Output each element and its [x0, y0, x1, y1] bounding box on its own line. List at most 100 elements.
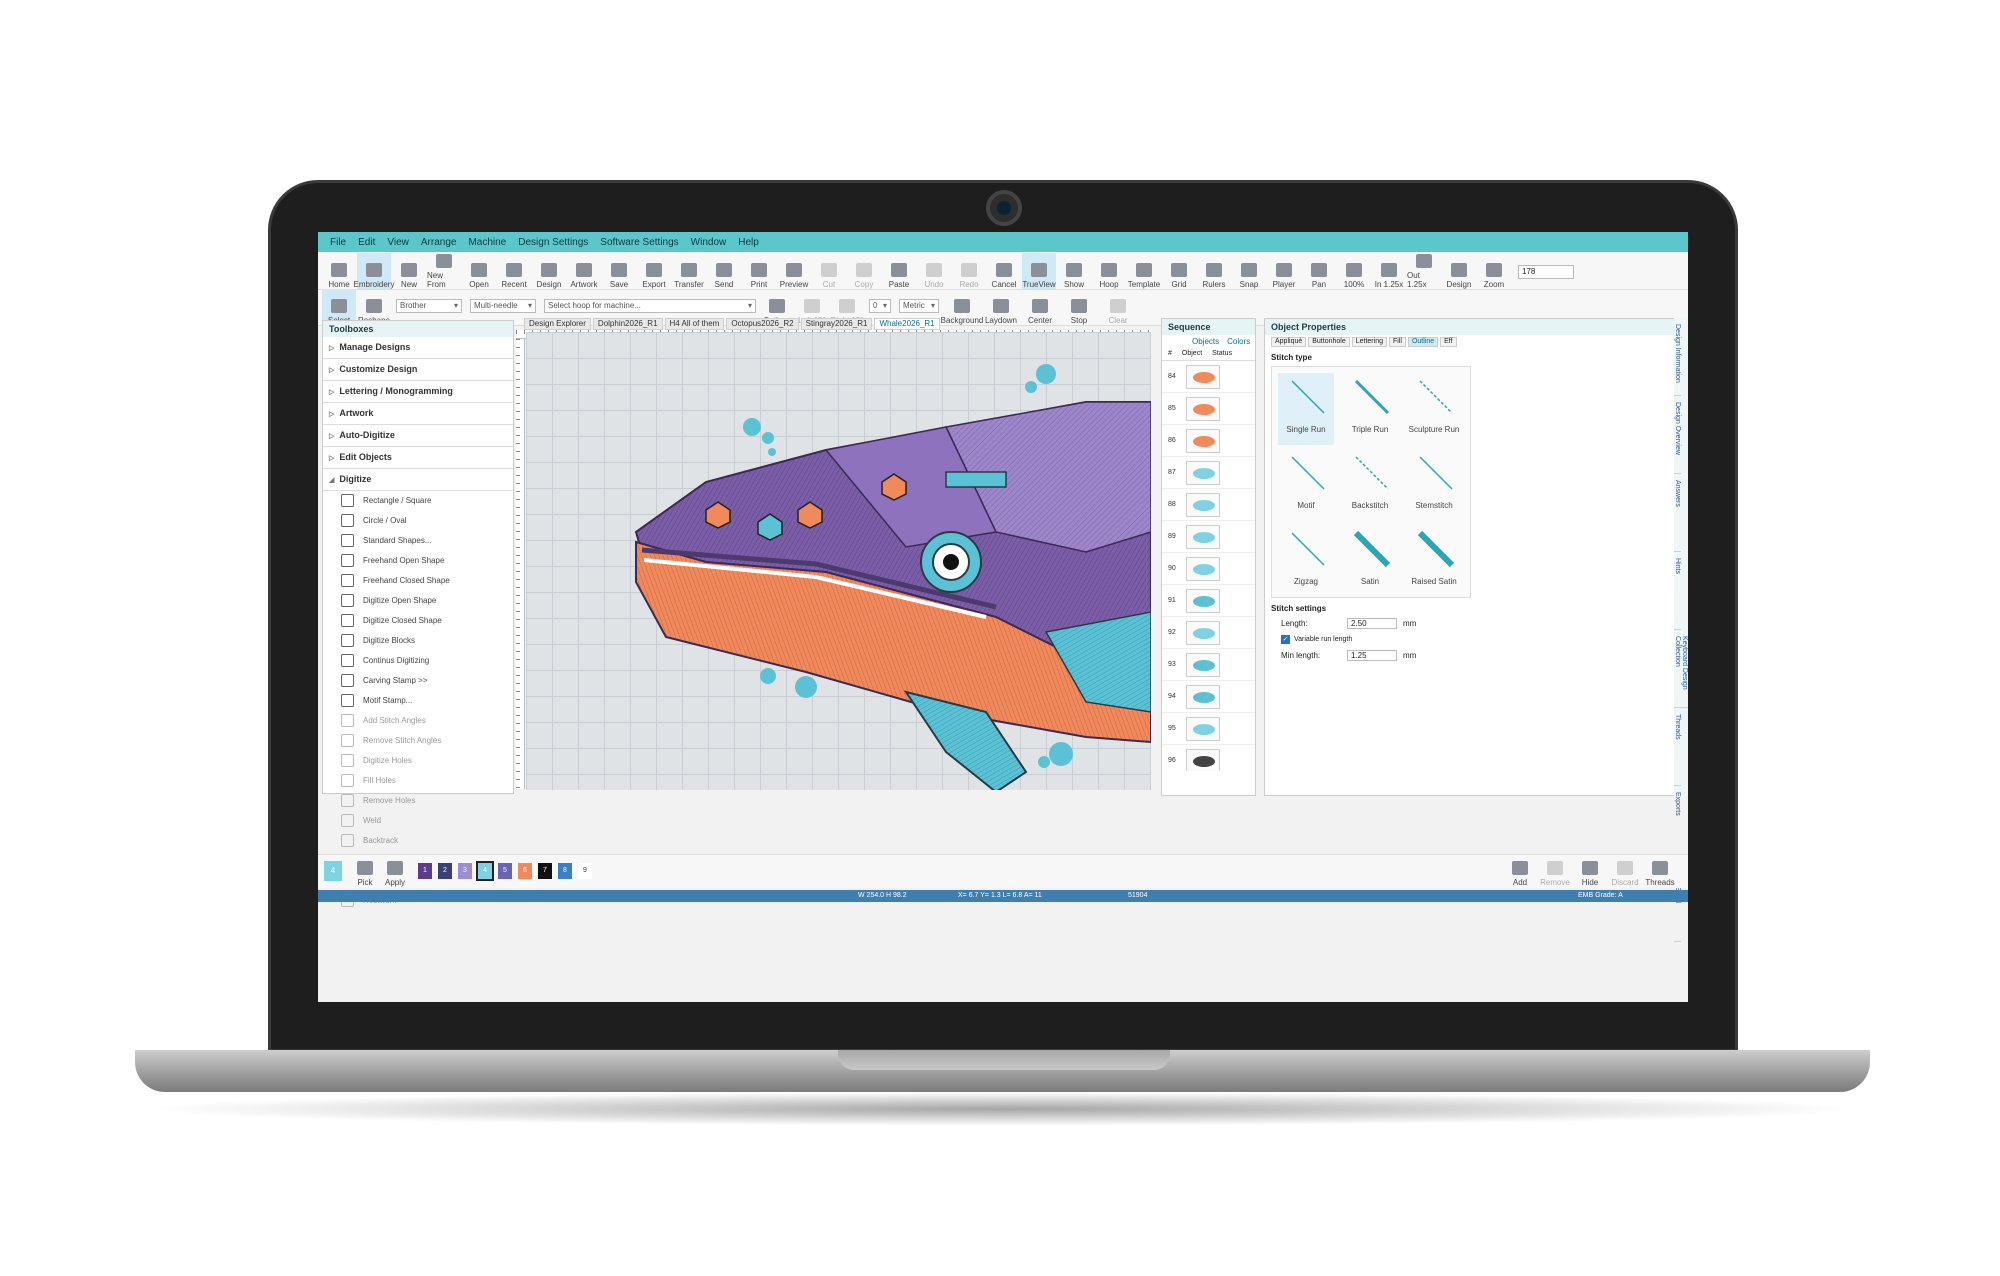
threads-thread-button[interactable]: Threads: [1643, 855, 1677, 887]
side-tab-threads[interactable]: Threads: [1674, 708, 1681, 786]
undo-button[interactable]: Undo: [917, 253, 951, 289]
template-button[interactable]: Template: [1127, 253, 1161, 289]
save-button[interactable]: Save: [602, 253, 636, 289]
tool-digitize-holes[interactable]: Digitize Holes: [323, 751, 513, 771]
thread-swatch[interactable]: 6: [518, 863, 532, 879]
section-manage-designs[interactable]: Manage Designs: [323, 337, 513, 359]
menu-software-settings[interactable]: Software Settings: [600, 237, 678, 248]
tool-freehand-open-shape[interactable]: Freehand Open Shape: [323, 551, 513, 571]
redo-button[interactable]: Redo: [952, 253, 986, 289]
thread-swatch[interactable]: 7: [538, 863, 552, 879]
side-tab-design-information[interactable]: Design Information: [1674, 318, 1681, 396]
stitch-satin[interactable]: Satin: [1342, 525, 1398, 597]
player-button[interactable]: Player: [1267, 253, 1301, 289]
embroidery-button[interactable]: Embroidery: [354, 253, 394, 289]
sequence-row[interactable]: 89: [1162, 521, 1255, 553]
section-lettering-monogramming[interactable]: Lettering / Monogramming: [323, 381, 513, 403]
section-auto-digitize[interactable]: Auto-Digitize: [323, 425, 513, 447]
tab-whale2026-r1[interactable]: Whale2026_R1: [874, 318, 940, 330]
tool-continus-digitizing[interactable]: Continus Digitizing: [323, 651, 513, 671]
design-button[interactable]: Design: [532, 253, 566, 289]
thread-swatch[interactable]: 1: [418, 863, 432, 879]
transfer-button[interactable]: Transfer: [672, 253, 706, 289]
zoom-select[interactable]: 178: [1518, 265, 1574, 279]
open-button[interactable]: Open: [462, 253, 496, 289]
sequence-tab-colors[interactable]: Colors: [1227, 337, 1250, 346]
section-digitize[interactable]: Digitize: [323, 469, 513, 491]
zoom-button[interactable]: Zoom: [1477, 253, 1511, 289]
100-button[interactable]: 100%: [1337, 253, 1371, 289]
side-tab-design-overview[interactable]: Design Overview: [1674, 396, 1681, 474]
menu-help[interactable]: Help: [738, 237, 759, 248]
tool-fill-holes[interactable]: Fill Holes: [323, 771, 513, 791]
preview-button[interactable]: Preview: [777, 253, 811, 289]
design-canvas[interactable]: [526, 332, 1152, 794]
min-length-input[interactable]: 1.25: [1347, 650, 1397, 661]
stitch-backstitch[interactable]: Backstitch: [1342, 449, 1398, 521]
tool-freehand-closed-shape[interactable]: Freehand Closed Shape: [323, 571, 513, 591]
side-tab-exports[interactable]: Exports: [1674, 786, 1681, 864]
stitch-sculpture-run[interactable]: Sculpture Run: [1406, 373, 1462, 445]
pan-button[interactable]: Pan: [1302, 253, 1336, 289]
new-button[interactable]: New: [392, 253, 426, 289]
hoop-button[interactable]: Hoop: [1092, 253, 1126, 289]
thread-swatch[interactable]: 8: [558, 863, 572, 879]
in-1-25x-button[interactable]: In 1.25x: [1372, 253, 1406, 289]
props-tab-fill[interactable]: Fill: [1388, 337, 1406, 347]
props-tab-eff[interactable]: Eff: [1440, 337, 1457, 347]
menu-machine[interactable]: Machine: [468, 237, 506, 248]
tool-carving-stamp[interactable]: Carving Stamp >>: [323, 671, 513, 691]
section-artwork[interactable]: Artwork: [323, 403, 513, 425]
sequence-row[interactable]: 85: [1162, 393, 1255, 425]
new-from-button[interactable]: New From: [427, 253, 461, 289]
props-tab-buttonhole[interactable]: Buttonhole: [1308, 337, 1350, 347]
tool-motif-stamp[interactable]: Motif Stamp...: [323, 691, 513, 711]
sequence-row[interactable]: 90: [1162, 553, 1255, 585]
tool-remove-holes[interactable]: Remove Holes: [323, 791, 513, 811]
print-button[interactable]: Print: [742, 253, 776, 289]
menu-file[interactable]: File: [330, 237, 346, 248]
section-edit-objects[interactable]: Edit Objects: [323, 447, 513, 469]
discard-thread-button[interactable]: Discard: [1608, 855, 1642, 887]
menu-arrange[interactable]: Arrange: [421, 237, 457, 248]
home-button[interactable]: Home: [322, 253, 356, 289]
cut-button[interactable]: Cut: [812, 253, 846, 289]
hide-thread-button[interactable]: Hide: [1573, 855, 1607, 887]
side-tab-keyboard-design-collection[interactable]: Keyboard Design Collection: [1674, 630, 1688, 708]
hoop-select[interactable]: Select hoop for machine...: [544, 299, 756, 313]
tab-design-explorer[interactable]: Design Explorer: [524, 318, 591, 330]
stitch-raised-satin[interactable]: Raised Satin: [1406, 525, 1462, 597]
sequence-row[interactable]: 93: [1162, 649, 1255, 681]
snap-button[interactable]: Snap: [1232, 253, 1266, 289]
trueview-button[interactable]: TrueView: [1022, 253, 1056, 289]
sequence-row[interactable]: 95: [1162, 713, 1255, 745]
sequence-row[interactable]: 94: [1162, 681, 1255, 713]
menu-view[interactable]: View: [387, 237, 409, 248]
tool-remove-stitch-angles[interactable]: Remove Stitch Angles: [323, 731, 513, 751]
props-tab-lettering[interactable]: Lettering: [1351, 337, 1387, 347]
tool-weld[interactable]: Weld: [323, 811, 513, 831]
side-tab-hints[interactable]: Hints: [1674, 552, 1681, 630]
menu-design-settings[interactable]: Design Settings: [518, 237, 588, 248]
stitch-single-run[interactable]: Single Run: [1278, 373, 1334, 445]
tab-octopus2026-r2[interactable]: Octopus2026_R2: [726, 318, 799, 330]
sequence-row[interactable]: 88: [1162, 489, 1255, 521]
tab-stingray2026-r1[interactable]: Stingray2026_R1: [800, 318, 873, 330]
tool-digitize-closed-shape[interactable]: Digitize Closed Shape: [323, 611, 513, 631]
units-select[interactable]: Metric: [899, 299, 939, 313]
stitch-zigzag[interactable]: Zigzag: [1278, 525, 1334, 597]
tool-backtrack[interactable]: Backtrack: [323, 831, 513, 851]
tab-h4-all-of-them[interactable]: H4 All of them: [664, 318, 725, 330]
sequence-row[interactable]: 96: [1162, 745, 1255, 771]
add-thread-button[interactable]: Add: [1503, 855, 1537, 887]
sequence-row[interactable]: 86: [1162, 425, 1255, 457]
sequence-row[interactable]: 87: [1162, 457, 1255, 489]
thread-swatch[interactable]: 5: [498, 863, 512, 879]
export-button[interactable]: Export: [637, 253, 671, 289]
side-tab-answers[interactable]: Answers: [1674, 474, 1681, 552]
thread-swatch[interactable]: 3: [458, 863, 472, 879]
sequence-row[interactable]: 84: [1162, 361, 1255, 393]
thread-swatch[interactable]: 2: [438, 863, 452, 879]
props-tab-outline[interactable]: Outline: [1407, 337, 1439, 347]
pick-button[interactable]: Pick: [348, 855, 382, 887]
